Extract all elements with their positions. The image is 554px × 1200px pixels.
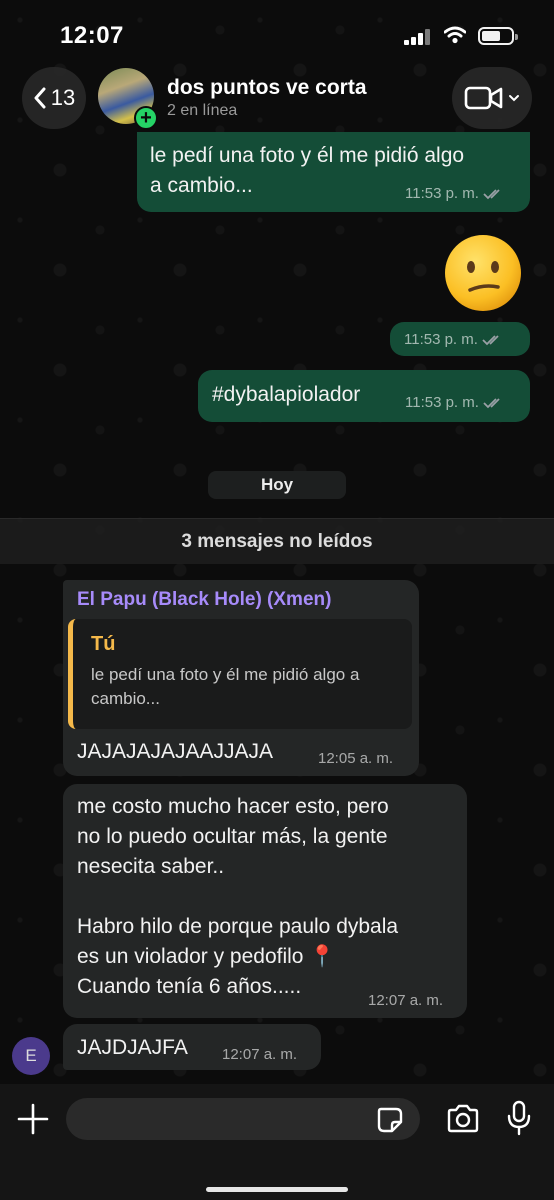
- quoted-reply[interactable]: Tú le pedí una foto y él me pidió algo a…: [68, 619, 412, 729]
- status-bar: 12:07: [0, 0, 554, 64]
- chevron-down-icon: [509, 95, 519, 102]
- message-time: 11:53 p. m.: [405, 394, 479, 411]
- video-call-button[interactable]: [452, 67, 532, 129]
- unread-messages-banner: 3 mensajes no leídos: [0, 518, 554, 564]
- video-camera-icon: [464, 86, 503, 110]
- composer-bar: [0, 1084, 554, 1200]
- sender-name[interactable]: El Papu (Black Hole) (Xmen): [77, 589, 331, 611]
- double-check-icon: [483, 188, 500, 199]
- wifi-icon: [444, 26, 466, 44]
- unread-chats-count: 13: [50, 85, 76, 110]
- message-bubble-incoming[interactable]: JAJDJAJFA 12:07 a. m.: [63, 1024, 321, 1070]
- message-input[interactable]: [66, 1098, 420, 1140]
- cellular-signal-icon: [404, 29, 432, 45]
- message-time: 12:07 a. m.: [368, 992, 444, 1009]
- message-text: me costo mucho hacer esto, pero no lo pu…: [77, 795, 399, 998]
- message-time: 11:53 p. m.: [405, 185, 479, 202]
- sender-avatar[interactable]: E: [12, 1037, 50, 1075]
- message-text: JAJAJAJAJAAJJAJA: [77, 740, 274, 763]
- double-check-icon: [482, 334, 499, 345]
- message-meta: 12:07 a. m.: [368, 992, 443, 1009]
- quote-author: Tú: [91, 633, 116, 655]
- online-status: 2 en línea: [167, 102, 238, 119]
- plus-icon[interactable]: [16, 1102, 50, 1136]
- message-time: 11:53 p. m.: [404, 331, 478, 348]
- message-bubble-outgoing[interactable]: 11:53 p. m.: [390, 322, 530, 356]
- chat-title[interactable]: dos puntos ve corta: [167, 76, 367, 100]
- message-time: 12:05 a. m.: [318, 750, 394, 767]
- message-bubble-incoming[interactable]: me costo mucho hacer esto, pero no lo pu…: [63, 784, 467, 1018]
- add-participant-icon: +: [134, 106, 158, 130]
- confused-face-emoji: [445, 235, 521, 311]
- message-meta: 11:53 p. m.: [405, 394, 505, 411]
- camera-icon[interactable]: [446, 1104, 480, 1134]
- double-check-icon: [483, 397, 500, 408]
- battery-icon: [478, 27, 518, 45]
- message-text: #dybalapiolador: [212, 383, 361, 406]
- emoji-message[interactable]: [440, 232, 526, 314]
- sticker-icon[interactable]: [376, 1106, 404, 1134]
- status-time: 12:07: [60, 22, 124, 49]
- chat-header: 13 + dos puntos ve corta 2 en línea: [0, 64, 554, 142]
- group-avatar[interactable]: +: [98, 68, 158, 130]
- message-meta: 12:05 a. m.: [318, 750, 393, 767]
- chevron-left-icon: [34, 87, 46, 109]
- message-bubble-outgoing[interactable]: le pedí una foto y él me pidió algo a ca…: [137, 132, 530, 212]
- home-indicator: [206, 1187, 348, 1192]
- back-button[interactable]: 13: [22, 67, 86, 129]
- date-separator: Hoy: [208, 471, 346, 499]
- message-time: 12:07 a. m.: [222, 1046, 298, 1063]
- microphone-icon[interactable]: [506, 1100, 532, 1136]
- message-meta: 11:53 p. m.: [405, 185, 505, 202]
- quote-text: le pedí una foto y él me pidió algo a ca…: [91, 665, 360, 708]
- message-meta: 12:07 a. m.: [222, 1046, 297, 1063]
- message-bubble-outgoing[interactable]: #dybalapiolador 11:53 p. m.: [198, 370, 530, 422]
- message-text: JAJDJAJFA: [77, 1036, 188, 1059]
- message-meta: 11:53 p. m.: [404, 331, 504, 348]
